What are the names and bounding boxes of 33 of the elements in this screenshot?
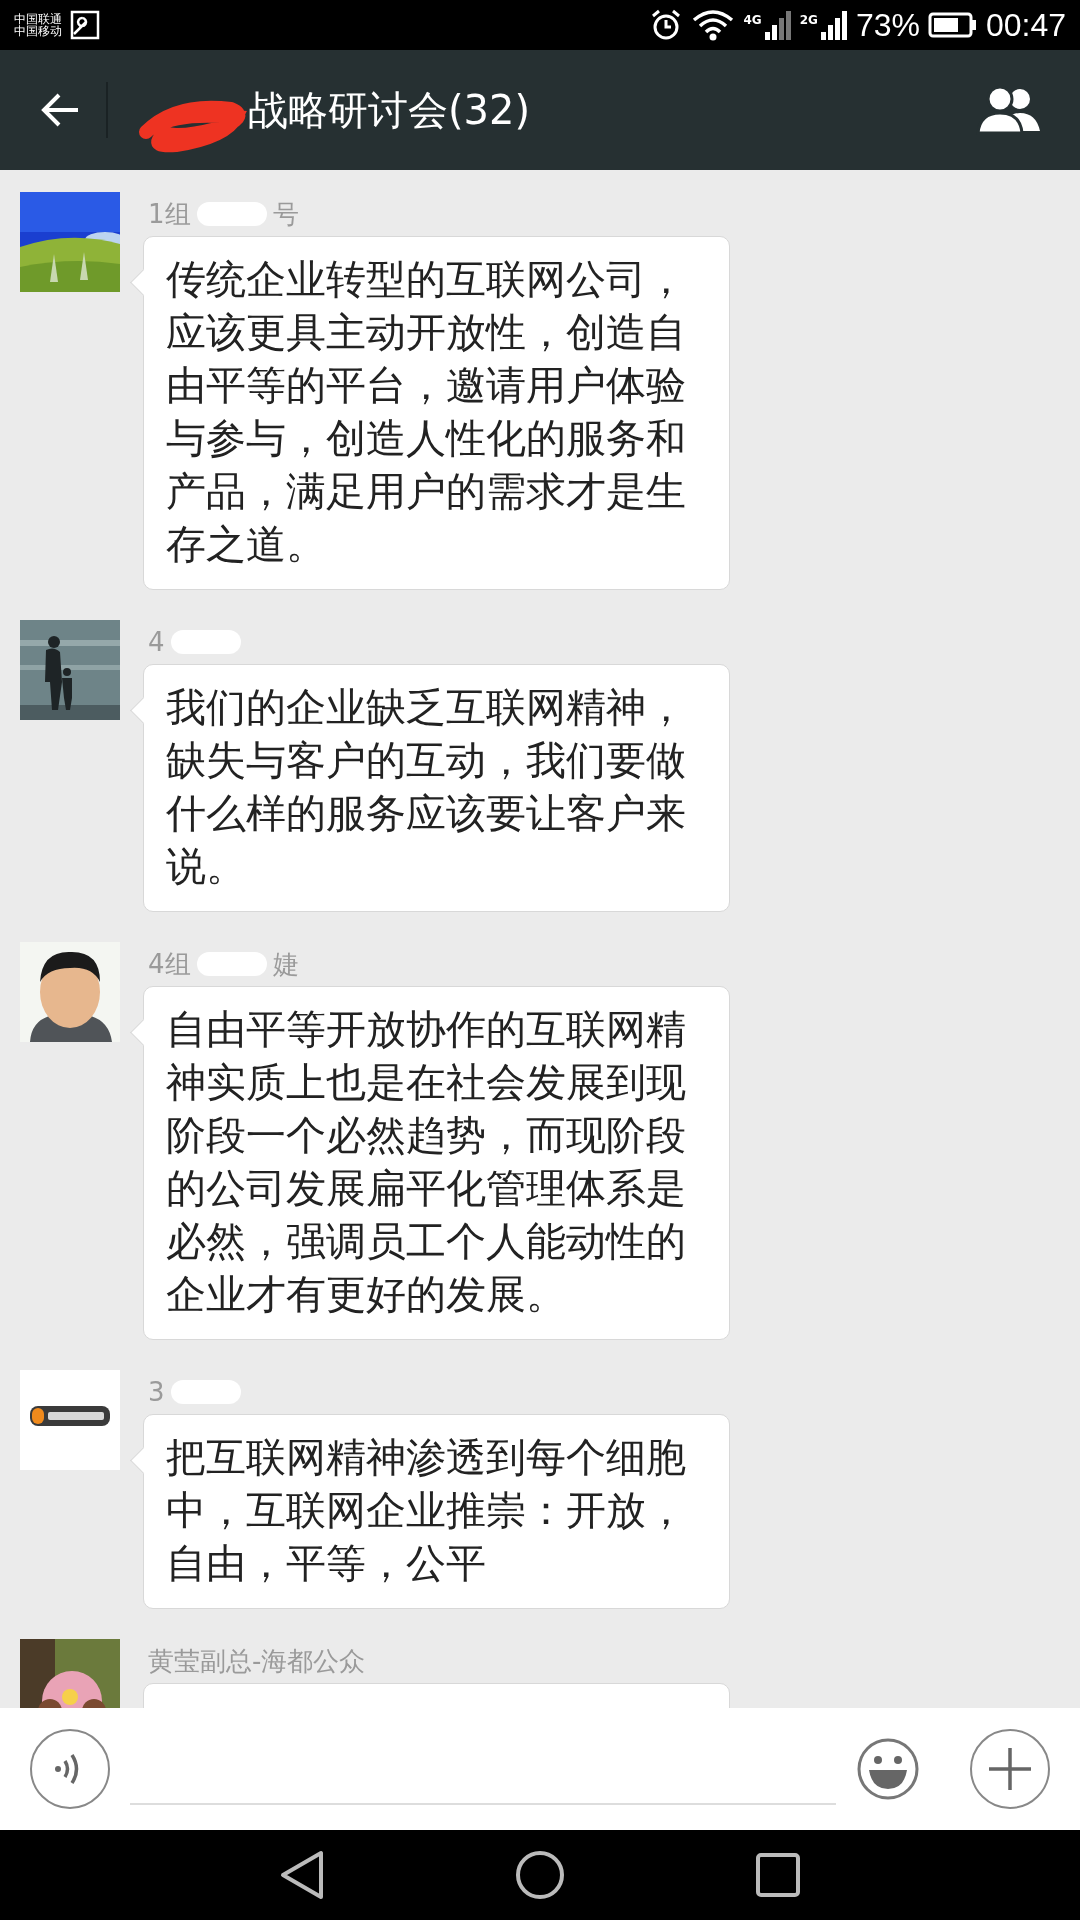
sender-name: 4组 xyxy=(148,947,191,981)
sender-name: 黄莹副总-海都公众 xyxy=(148,1644,366,1678)
smiley-icon xyxy=(856,1737,920,1801)
signal-icon xyxy=(819,10,848,40)
triangle-back-icon xyxy=(279,1850,325,1900)
back-arrow-icon xyxy=(40,92,80,128)
recents-button[interactable] xyxy=(755,1852,801,1898)
sender-name: 1组 xyxy=(148,197,191,231)
plus-icon xyxy=(987,1746,1033,1792)
battery-icon xyxy=(927,11,978,39)
sender-name: 号 xyxy=(272,197,299,231)
wifi-icon xyxy=(691,8,736,42)
sender-name: 3 xyxy=(148,1377,165,1407)
message-text: 传统企业转型的互联网公司，应该更具主动开放性，创造自由平等的平台，邀请用户体验与参与，创造人性化的服务和产品，满足用户的需求才是生存之道。 xyxy=(166,255,687,569)
signal-icon xyxy=(763,10,792,40)
home-circle-icon xyxy=(515,1850,565,1900)
sender-name: 4 xyxy=(148,627,165,657)
square-icon xyxy=(755,1852,801,1898)
chat-title: 战略研讨会(32) xyxy=(248,85,531,135)
battery-percent: 73% xyxy=(855,6,920,44)
back-nav-button[interactable] xyxy=(279,1850,325,1900)
message-text: 我们的企业缺乏互联网精神，缺失与客户的互动，我们要做什么样的服务应该要让客户来说。 xyxy=(166,683,687,891)
image-icon xyxy=(70,10,100,40)
emoji-button[interactable] xyxy=(856,1737,920,1801)
home-button[interactable] xyxy=(515,1850,565,1900)
network-type: 4G xyxy=(743,12,762,27)
carrier-name: 中国移动 xyxy=(14,25,62,37)
network-type: 2G xyxy=(799,12,818,27)
carrier-name: 中国联通 xyxy=(14,13,62,25)
clock: 00:47 xyxy=(985,6,1066,44)
message-text: 把互联网精神渗透到每个细胞中，互联网企业推崇：开放，自由，平等，公平 xyxy=(166,1433,687,1588)
message-text: 自由平等开放协作的互联网精神实质上也是在社会发展到现阶段一个必然趋势，而现阶段的公司发展扁平化管理体系是必然，强调员工个人能动性的企业才有更好的发展。 xyxy=(166,1005,687,1319)
sender-name: 婕 xyxy=(272,947,299,981)
